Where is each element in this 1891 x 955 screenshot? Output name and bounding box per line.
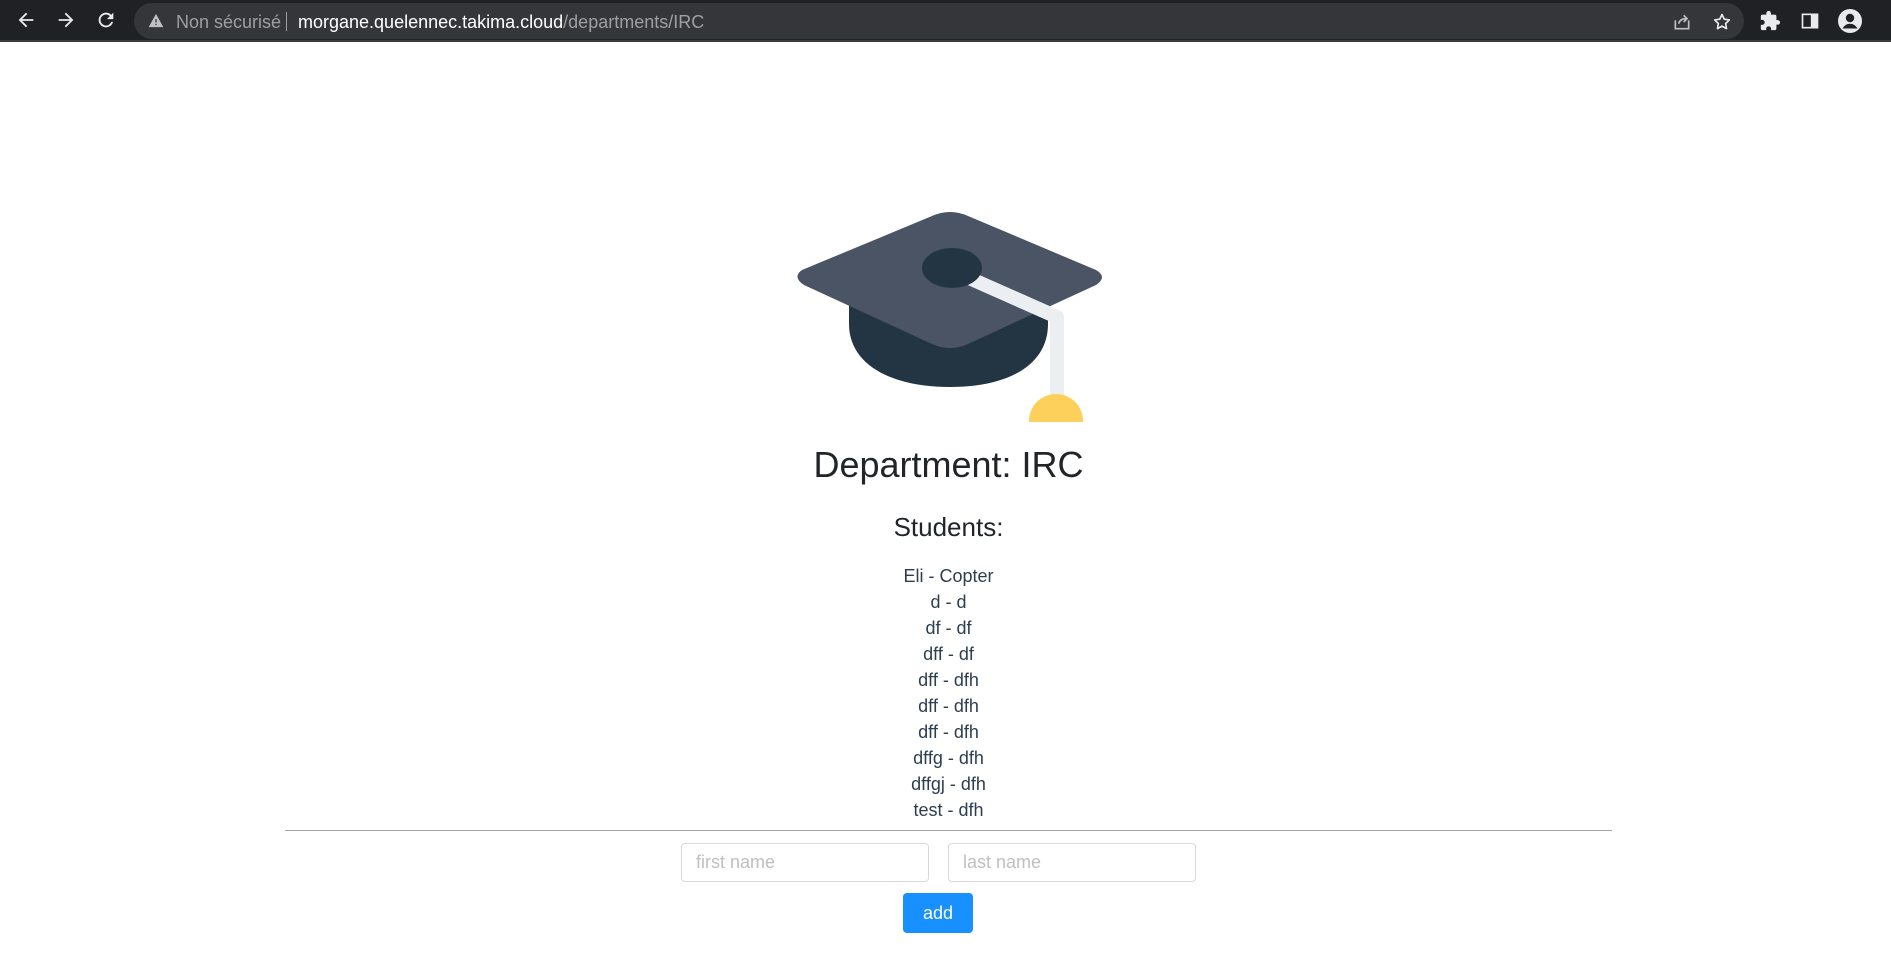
arrow-right-icon <box>58 12 74 28</box>
warning-triangle-icon <box>148 13 164 28</box>
url-path: /departments/IRC <box>563 12 705 32</box>
list-item: dff - dfh <box>918 722 979 742</box>
students-heading: Students: <box>893 512 1004 542</box>
share-button[interactable] <box>1669 9 1695 35</box>
page-content: Department: IRC Students: Eli - Copter d… <box>0 42 1891 955</box>
list-item: Eli - Copter <box>903 566 994 586</box>
bookmark-button[interactable] <box>1709 9 1735 35</box>
side-panel-button[interactable] <box>1795 6 1825 36</box>
omnibox-separator <box>286 12 287 31</box>
graduation-cap-icon <box>797 212 1102 422</box>
side-panel-icon <box>1801 13 1819 29</box>
student-list: Eli - Copter d - d df - df dff - df dff … <box>0 563 1891 823</box>
list-item: dff - dfh <box>918 696 979 716</box>
divider <box>285 830 1612 831</box>
url-host: morgane.quelennec.takima.cloud <box>298 12 564 32</box>
list-item: dffg - dfh <box>913 748 984 768</box>
puzzle-icon <box>1760 10 1781 31</box>
list-item: dffgj - dfh <box>911 774 986 794</box>
url-text[interactable]: morgane.quelennec.takima.cloud/departmen… <box>298 12 704 33</box>
address-bar[interactable]: Non sécurisé morgane.quelennec.takima.cl… <box>134 3 1744 39</box>
list-item: dff - df <box>923 644 974 664</box>
first-name-input[interactable] <box>681 843 929 882</box>
browser-toolbar: Non sécurisé morgane.quelennec.takima.cl… <box>0 0 1891 42</box>
arrow-left-icon <box>18 12 34 28</box>
reload-button[interactable] <box>91 5 121 35</box>
profile-button[interactable] <box>1835 6 1865 36</box>
extensions-button[interactable] <box>1755 6 1785 36</box>
back-button[interactable] <box>11 5 41 35</box>
page-title: Department: IRC <box>813 444 1084 485</box>
list-item: d - d <box>930 592 967 612</box>
add-button[interactable]: add <box>903 893 973 933</box>
reload-icon <box>98 12 114 28</box>
list-item: dff - dfh <box>918 670 979 690</box>
last-name-input[interactable] <box>948 843 1196 882</box>
security-label[interactable]: Non sécurisé <box>176 12 281 33</box>
star-icon <box>1713 13 1731 30</box>
list-item: df - df <box>925 618 972 638</box>
list-item: test - dfh <box>913 800 984 820</box>
profile-icon <box>1838 9 1862 33</box>
forward-button[interactable] <box>51 5 81 35</box>
share-icon <box>1674 14 1690 30</box>
